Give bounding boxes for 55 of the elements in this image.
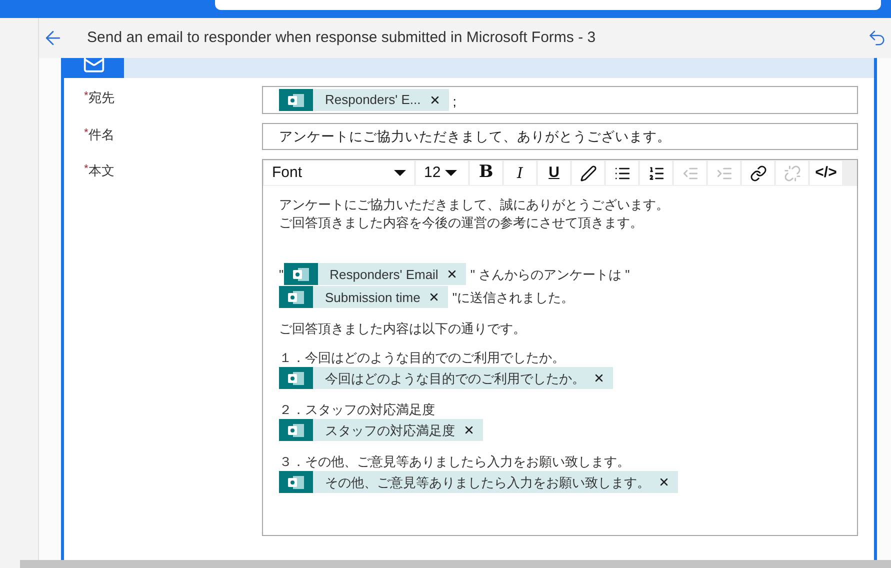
body-text: ３．その他、ご意見等ありましたら入力をお願い致します。	[279, 453, 630, 470]
forms-icon	[279, 471, 313, 493]
font-dropdown[interactable]: Font	[264, 161, 414, 185]
field-label: 本文	[88, 162, 114, 180]
forms-icon	[279, 367, 313, 389]
dynamic-content-token[interactable]: その他、ご意見等ありましたら入力をお願い致します。	[279, 471, 678, 493]
body-text: "	[279, 266, 284, 282]
forms-icon	[279, 419, 313, 441]
size-dropdown[interactable]: 12	[416, 161, 468, 185]
forms-icon	[279, 89, 313, 111]
caret-icon	[394, 170, 406, 176]
remove-icon[interactable]	[658, 476, 670, 488]
remove-icon[interactable]	[593, 372, 605, 384]
format-button[interactable]: I	[504, 161, 536, 185]
body-text: アンケートにご協力いただきまして、誠にありがとうございます。	[279, 196, 669, 213]
dynamic-content-token[interactable]: スタッフの対応満足度	[279, 419, 483, 441]
bulleted-list-button[interactable]	[606, 161, 638, 185]
separator-text: ;	[452, 93, 456, 112]
link-button[interactable]	[742, 161, 774, 185]
to-field[interactable]: Responders' E... ;	[262, 86, 858, 114]
forms-icon	[279, 286, 313, 308]
unlink-icon	[784, 164, 800, 182]
format-button[interactable]: B	[470, 161, 502, 185]
body-text: ご回答頂きました内容を今後の運営の参考にさせて頂きます。	[279, 214, 643, 231]
subject-field[interactable]: アンケートにご協力いただきまして、ありがとうございます。	[262, 123, 858, 150]
field-label: 件名	[88, 126, 114, 144]
body-editor[interactable]	[262, 159, 858, 536]
numbered-list-icon	[648, 164, 664, 182]
dynamic-content-token[interactable]: Responders' E...	[279, 89, 449, 111]
remove-icon[interactable]	[463, 424, 475, 436]
undo-icon[interactable]	[867, 28, 887, 48]
remove-icon[interactable]	[428, 94, 441, 106]
format-button[interactable]: U	[538, 161, 570, 185]
body-text: "に送信されました。	[452, 288, 574, 306]
dynamic-content-token[interactable]: Submission time	[279, 286, 448, 308]
dynamic-content-token[interactable]: 今回はどのような目的でのご利用でしたか。	[279, 367, 613, 389]
caret-icon	[444, 170, 457, 176]
link-icon	[750, 164, 766, 182]
pen-icon	[580, 164, 596, 182]
body-text: ２．スタッフの対応満足度	[279, 401, 435, 418]
field-label: 宛先	[88, 89, 114, 107]
dynamic-content-token[interactable]: Responders' Email	[284, 263, 466, 285]
required-mark: *	[84, 126, 88, 141]
body-text: " さんからのアンケートは "	[470, 266, 630, 282]
required-mark: *	[84, 162, 88, 177]
required-mark: *	[84, 89, 88, 104]
format-button[interactable]: </>	[810, 161, 842, 185]
remove-icon[interactable]	[446, 268, 458, 280]
remove-icon[interactable]	[428, 291, 440, 303]
flow-title: Send an email to responder when response submitted in Microsoft Forms - 3	[87, 28, 596, 48]
forms-icon	[284, 263, 318, 285]
body-text: １．今回はどのような目的でのご利用でしたか。	[279, 349, 565, 366]
pen-button[interactable]	[572, 161, 604, 185]
numbered-list-button[interactable]	[640, 161, 672, 185]
body-text: ご回答頂きました内容は以下の通りです。	[279, 320, 526, 337]
